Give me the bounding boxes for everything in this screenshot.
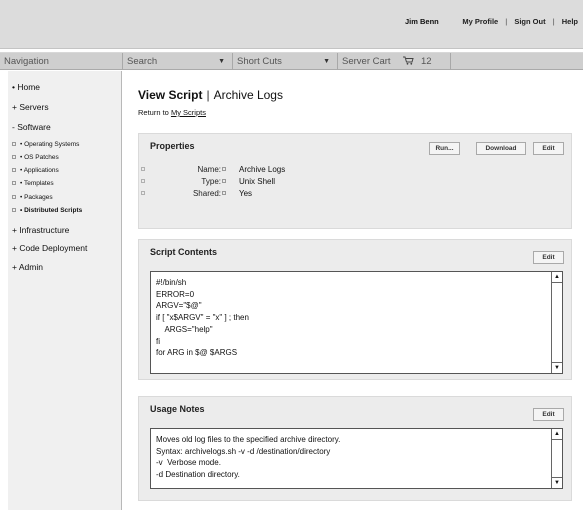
cart-icon [403,56,417,67]
scroll-up-icon[interactable]: ▲ [552,272,562,283]
checkbox-icon [222,191,226,195]
return-prefix: Return to [138,108,169,117]
run-button[interactable]: Run... [429,142,460,155]
chevron-down-icon: ▼ [323,58,330,65]
sidebar-item-admin[interactable]: + Admin [12,262,43,272]
navigation-header: Navigation [0,53,123,70]
scroll-down-icon[interactable]: ▼ [552,477,562,488]
property-row-name: Name: Archive Logs [139,165,339,176]
usage-notes-textarea[interactable]: Moves old log files to the specified arc… [150,428,563,489]
usage-edit-button[interactable]: Edit [533,408,564,421]
sidebar-item-distributed-scripts[interactable]: • Distributed Scripts [12,207,82,214]
script-contents-title: Script Contents [150,247,218,257]
properties-panel: Properties Run... Download Edit Name: Ar… [138,133,572,229]
sign-out-link[interactable]: Sign Out [514,17,545,26]
properties-edit-button[interactable]: Edit [533,142,564,155]
property-label: Name: [197,165,221,174]
property-row-shared: Shared: Yes [139,189,339,200]
scroll-down-icon[interactable]: ▼ [552,362,562,373]
property-label: Shared: [192,189,221,198]
script-edit-button[interactable]: Edit [533,251,564,264]
checkbox-icon [222,179,226,183]
server-cart[interactable]: Server Cart 12 [338,53,451,70]
sidebar-item-packages[interactable]: • Packages [12,194,53,201]
sidebar-item-software[interactable]: - Software [12,122,51,132]
script-textarea[interactable]: #!/bin/sh ERROR=0 ARGV="$@" if [ "x$ARGV… [150,271,563,374]
download-button[interactable]: Download [476,142,526,155]
sidebar-item-home[interactable]: • Home [12,82,40,92]
checkbox-icon [222,167,226,171]
sidebar-item-applications[interactable]: • Applications [12,167,59,174]
checkbox-icon [12,155,16,160]
row-marker-icon [141,167,145,171]
sidebar-item-infrastructure[interactable]: + Infrastructure [12,225,69,235]
checkbox-icon [12,168,16,173]
header-links: My Profile | Sign Out | Help [462,17,578,26]
row-marker-icon [141,191,145,195]
sidebar: • Home + Servers - Software • Operating … [8,71,122,510]
user-name: Jim Benn [405,17,439,26]
sidebar-item-code-deployment[interactable]: + Code Deployment [12,243,87,253]
return-row: Return to My Scripts [138,108,206,117]
title-separator: | [206,88,210,102]
usage-notes-panel: Usage Notes Edit Moves old log files to … [138,396,572,501]
row-marker-icon [141,179,145,183]
shortcuts-label: Short Cuts [237,56,282,67]
cart-count: 12 [421,56,432,67]
script-name-title: Archive Logs [213,88,283,102]
property-value: Archive Logs [239,165,286,174]
my-profile-link[interactable]: My Profile [462,17,498,26]
scroll-up-icon[interactable]: ▲ [552,429,562,440]
usage-scrollbar[interactable]: ▲ ▼ [551,429,562,488]
script-text: #!/bin/sh ERROR=0 ARGV="$@" if [ "x$ARGV… [156,278,249,358]
checkbox-icon [12,142,16,147]
header-separator: | [552,17,555,26]
top-header: Jim Benn My Profile | Sign Out | Help [0,0,583,49]
help-link[interactable]: Help [562,17,578,26]
server-cart-label: Server Cart [342,56,391,67]
checkbox-icon [12,195,16,200]
sidebar-item-os-patches[interactable]: • OS Patches [12,154,59,161]
usage-notes-text: Moves old log files to the specified arc… [156,435,341,480]
checkbox-icon [12,181,16,186]
search-label: Search [127,56,158,67]
page-title: View Script | Archive Logs [138,88,283,102]
usage-notes-title: Usage Notes [150,404,205,414]
script-scrollbar[interactable]: ▲ ▼ [551,272,562,373]
sidebar-item-operating-systems[interactable]: • Operating Systems [12,141,79,148]
nav-bar: Navigation Search ▼ Short Cuts ▼ Server … [0,52,583,70]
property-label: Type: [201,177,221,186]
properties-title: Properties [150,141,195,151]
search-dropdown[interactable]: Search ▼ [123,53,233,70]
shortcuts-dropdown[interactable]: Short Cuts ▼ [233,53,338,70]
page-title-bold: View Script [138,88,203,102]
my-scripts-link[interactable]: My Scripts [171,108,206,117]
property-value: Yes [239,189,253,198]
script-contents-panel: Script Contents Edit #!/bin/sh ERROR=0 A… [138,239,572,380]
sidebar-item-templates[interactable]: • Templates [12,180,54,187]
navigation-label: Navigation [4,56,49,67]
sidebar-item-servers[interactable]: + Servers [12,102,49,112]
checkbox-icon [12,208,16,213]
property-value: Unix Shell [239,177,276,186]
header-separator: | [505,17,508,26]
property-row-type: Type: Unix Shell [139,177,339,188]
chevron-down-icon: ▼ [218,58,225,65]
